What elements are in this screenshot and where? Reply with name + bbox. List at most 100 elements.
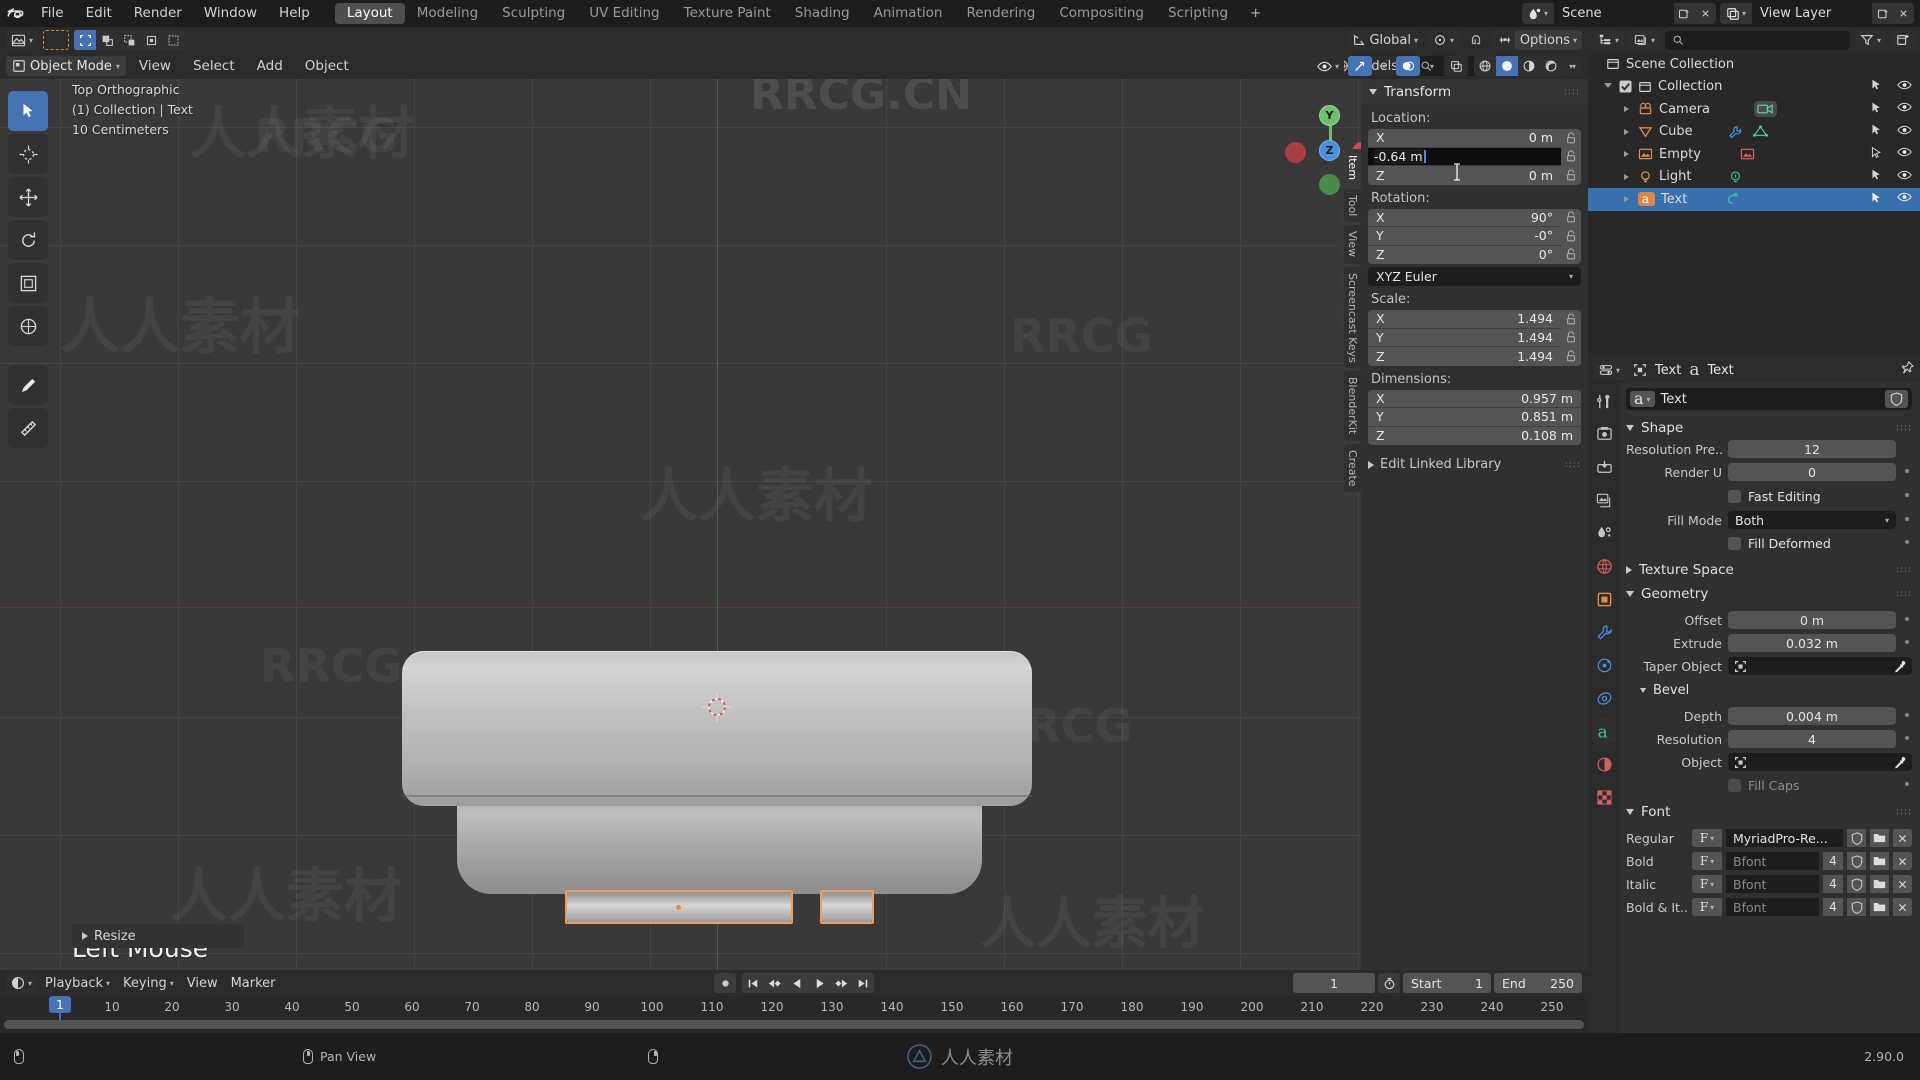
fill-deformed-checkbox[interactable] <box>1728 536 1741 550</box>
view-layer-selector[interactable]: ▾ View Layer <box>1719 3 1914 24</box>
camera-expand-icon[interactable] <box>1624 106 1629 113</box>
font-regular-open-icon[interactable] <box>1870 829 1889 847</box>
physics-tab[interactable] <box>1592 653 1616 677</box>
workspace-tab-sculpting[interactable]: Sculpting <box>490 3 577 24</box>
location-y-field[interactable]: -0.64 m <box>1368 147 1561 166</box>
font-bold-users-count[interactable]: 4 <box>1823 852 1843 870</box>
font-data-browse-icon[interactable]: a ▾ <box>1630 391 1655 407</box>
record-keyframes-button[interactable] <box>714 973 736 993</box>
menu-edit[interactable]: Edit <box>75 0 123 27</box>
location-x-field[interactable]: X 0 m <box>1368 129 1561 148</box>
workspace-tab-uv-editing[interactable]: UV Editing <box>577 3 671 24</box>
location-y-lock-icon[interactable] <box>1561 150 1581 163</box>
select-extend-icon[interactable] <box>96 30 119 50</box>
workspace-tab-animation[interactable]: Animation <box>862 3 955 24</box>
texture-tab[interactable] <box>1592 785 1616 809</box>
font-italic-users-count[interactable]: 4 <box>1823 875 1843 893</box>
font-bold-name[interactable]: Bfont <box>1726 852 1819 870</box>
taper-object-field[interactable] <box>1728 657 1912 675</box>
playhead-indicator[interactable]: 1 <box>49 996 71 1013</box>
scene-selector[interactable]: ▾ Scene <box>1521 3 1716 24</box>
overlays-toggle-button[interactable] <box>1396 56 1420 76</box>
outliner-row-cube[interactable]: Cube <box>1588 121 1920 144</box>
image-data-icon[interactable] <box>1740 147 1755 161</box>
pivot-point-button[interactable]: ▾ <box>1427 30 1459 50</box>
output-tab[interactable] <box>1592 455 1616 479</box>
edit-linked-library-header[interactable]: Edit Linked Library :::: <box>1368 457 1581 472</box>
font-bold-browse-icon[interactable]: F ▾ <box>1692 852 1722 870</box>
jump-to-next-keyframe-button[interactable] <box>830 973 852 993</box>
rotation-x-lock-icon[interactable] <box>1561 211 1581 224</box>
breadcrumb-data-label[interactable]: Text <box>1707 363 1733 378</box>
scale-y-lock-icon[interactable] <box>1561 331 1581 344</box>
resolution-preview-field[interactable]: 12 <box>1728 440 1896 458</box>
viewport-menu-add[interactable]: Add <box>248 56 292 76</box>
transform-panel-collapse-icon[interactable] <box>1369 89 1377 95</box>
geometry-section-header[interactable]: Geometry :::: <box>1626 583 1912 605</box>
font-regular-name[interactable]: MyriadPro-Re... <box>1726 829 1843 847</box>
editor-type-button[interactable]: ▾ <box>6 30 39 50</box>
mesh-data-icon[interactable] <box>1752 125 1769 139</box>
fill-caps-checkbox[interactable] <box>1728 778 1741 792</box>
bevel-depth-field[interactable]: 0.004 m <box>1728 707 1896 725</box>
workspace-tab-rendering[interactable]: Rendering <box>954 3 1047 24</box>
font-bold-fake-user-icon[interactable] <box>1847 852 1866 870</box>
geometry-drag-handle[interactable]: :::: <box>1896 589 1912 599</box>
viewport-menu-view[interactable]: View <box>130 56 180 76</box>
font-regular-browse-icon[interactable]: F ▾ <box>1692 829 1722 847</box>
timeline-ruler[interactable]: 10 20 30 40 50 60 70 80 90 100 110 120 1… <box>0 996 1588 1027</box>
rotation-x-field[interactable]: X 90° <box>1368 208 1561 227</box>
geometry-collapse-icon[interactable] <box>1626 591 1634 597</box>
view-layer-browse-icon[interactable]: ▾ <box>1719 3 1752 24</box>
material-tab[interactable] <box>1592 752 1616 776</box>
gizmo-toggle-button[interactable] <box>1348 56 1372 76</box>
breadcrumb-object-label[interactable]: Text <box>1655 363 1681 378</box>
menu-window[interactable]: Window <box>193 0 268 27</box>
object-data-tab[interactable]: a <box>1592 719 1616 743</box>
text-expand-icon[interactable] <box>1624 196 1629 203</box>
fill-caps-animate-dot[interactable]: • <box>1902 777 1912 793</box>
new-view-layer-button[interactable] <box>1872 3 1893 24</box>
render-tab[interactable] <box>1592 422 1616 446</box>
fill-mode-dropdown[interactable]: Both ▾ <box>1728 511 1896 529</box>
rotate-tool[interactable] <box>8 220 48 260</box>
texture-space-section-header[interactable]: Texture Space :::: <box>1626 559 1912 581</box>
eyedropper-icon[interactable] <box>1893 660 1906 673</box>
current-frame-field[interactable]: 1 <box>1293 973 1375 993</box>
outliner-editor-type-button[interactable]: ▾ <box>1593 30 1625 50</box>
text-selectable-icon[interactable] <box>1870 191 1883 208</box>
texture-space-drag-handle[interactable]: :::: <box>1896 565 1912 575</box>
fake-user-shield-icon[interactable] <box>1885 390 1908 408</box>
visibility-toggle-button[interactable]: ▾ <box>1311 56 1344 76</box>
collection-checkbox[interactable] <box>1619 80 1632 93</box>
bevel-object-field[interactable] <box>1728 753 1912 771</box>
outliner-row-collection[interactable]: Collection <box>1588 76 1920 99</box>
edit-linked-library-expand-icon[interactable] <box>1368 460 1374 469</box>
view-layer-name-field[interactable]: View Layer <box>1752 3 1872 24</box>
jump-to-start-button[interactable] <box>742 973 764 993</box>
play-reverse-button[interactable] <box>786 973 808 993</box>
n-panel-tab-view[interactable]: View <box>1344 225 1361 264</box>
snap-magnet-icon[interactable] <box>1464 30 1488 50</box>
transform-tool[interactable] <box>8 306 48 346</box>
measure-tool[interactable] <box>8 408 48 448</box>
rotation-z-field[interactable]: Z 0° <box>1368 245 1561 264</box>
outliner-row-empty[interactable]: Empty <box>1588 143 1920 166</box>
constraint-tab[interactable] <box>1592 686 1616 710</box>
location-z-field[interactable]: Z 0 m <box>1368 166 1561 185</box>
scene-browse-icon[interactable]: ▾ <box>1521 3 1554 24</box>
n-panel-tab-tool[interactable]: Tool <box>1344 189 1361 223</box>
curve-data-icon[interactable] <box>1725 192 1741 206</box>
scale-z-lock-icon[interactable] <box>1561 350 1581 363</box>
shading-rendered-icon[interactable] <box>1540 56 1562 76</box>
font-italic-name[interactable]: Bfont <box>1726 875 1819 893</box>
menu-help[interactable]: Help <box>268 0 321 27</box>
object-tab[interactable] <box>1592 587 1616 611</box>
select-intersect-icon[interactable] <box>162 30 185 50</box>
shading-solid-icon[interactable] <box>1496 56 1518 76</box>
collection-visibility-icon[interactable] <box>1897 79 1912 95</box>
shape-section-header[interactable]: Shape :::: <box>1626 417 1912 439</box>
timeline-menu-playback[interactable]: Playback ▾ <box>40 973 115 993</box>
workspace-tab-shading[interactable]: Shading <box>783 3 862 24</box>
tool-tab[interactable] <box>1592 389 1616 413</box>
